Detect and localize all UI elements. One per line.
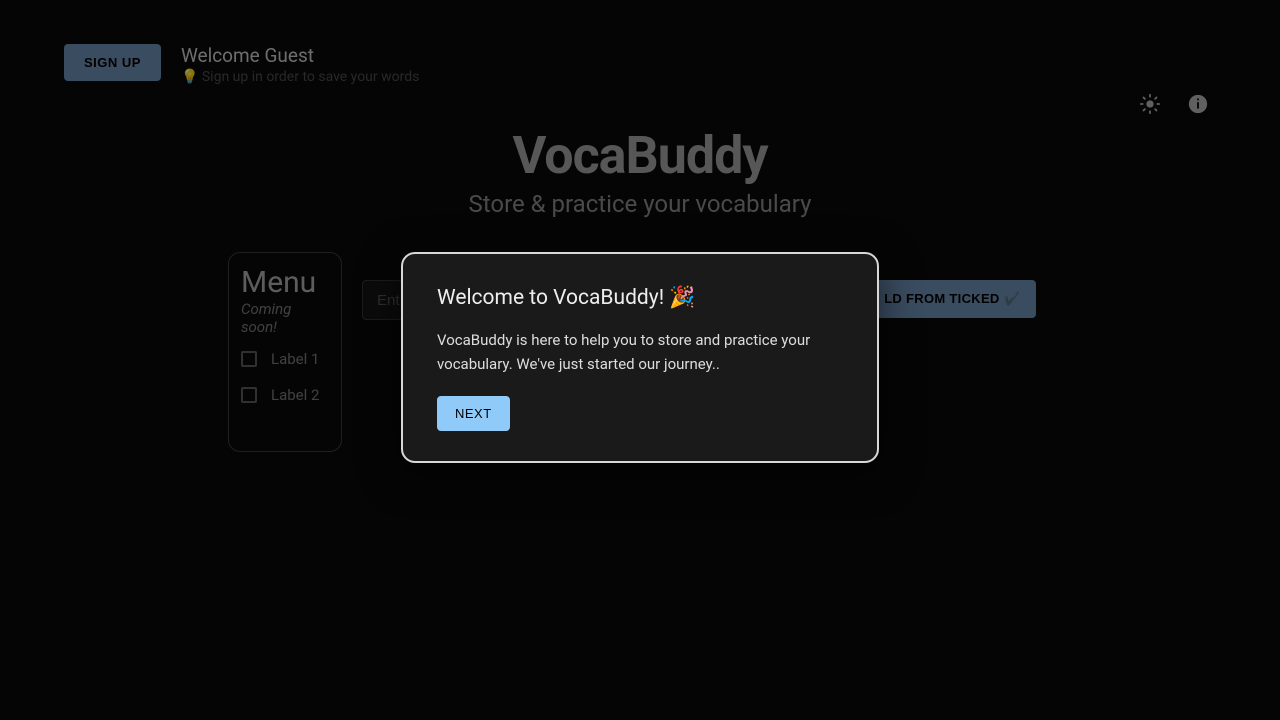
- next-button[interactable]: NEXT: [437, 396, 510, 431]
- modal-body: VocaBuddy is here to help you to store a…: [437, 328, 843, 376]
- welcome-modal: Welcome to VocaBuddy! 🎉 VocaBuddy is her…: [401, 252, 879, 463]
- modal-title: Welcome to VocaBuddy! 🎉: [437, 286, 843, 310]
